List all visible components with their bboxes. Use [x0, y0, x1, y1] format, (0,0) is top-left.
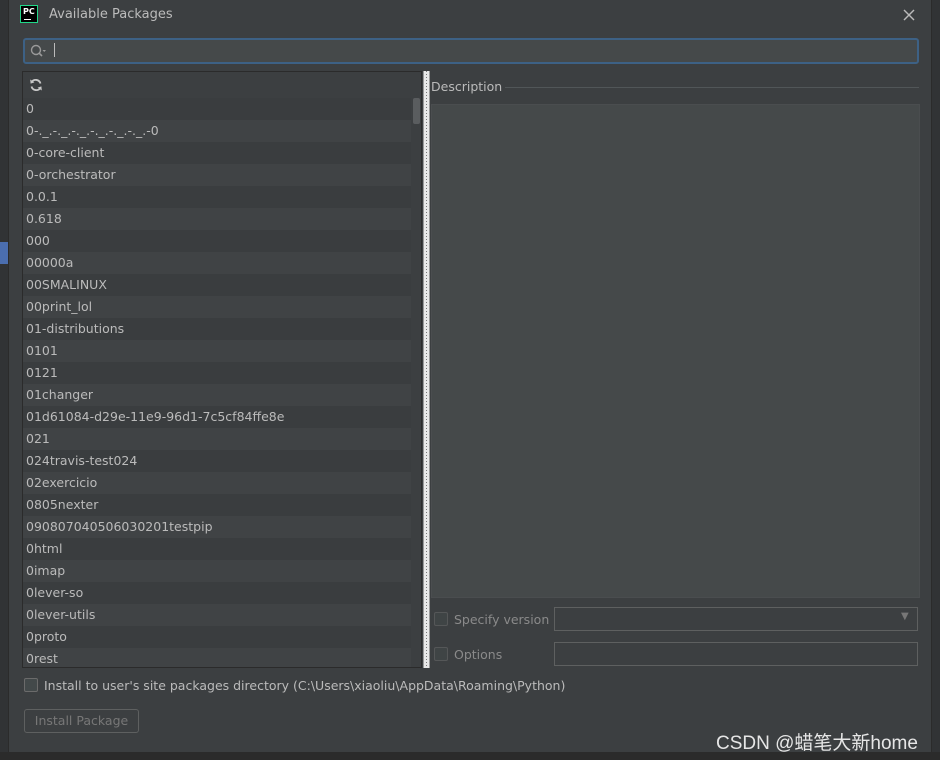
description-label: Description — [431, 79, 503, 94]
package-row[interactable]: 01-distributions — [23, 318, 411, 340]
package-row[interactable]: 0 — [23, 98, 411, 120]
specify-version-checkbox[interactable] — [434, 612, 448, 626]
ide-selected-item — [0, 242, 8, 264]
text-caret — [54, 43, 55, 57]
package-row[interactable]: 0lever-so — [23, 582, 411, 604]
package-list-scrollbar[interactable] — [411, 98, 421, 667]
package-row[interactable]: 0805nexter — [23, 494, 411, 516]
package-row[interactable]: 0-._.-._.-._.-._.-._.-._.-0 — [23, 120, 411, 142]
package-list[interactable]: 0 0-._.-._.-._.-._.-._.-._.-0 0-core-clien… — [23, 98, 411, 667]
package-list-panel: 0 0-._.-._.-._.-._.-._.-._.-0 0-core-clien… — [22, 71, 422, 668]
ide-right-edge — [932, 0, 940, 760]
options-input[interactable] — [554, 642, 918, 666]
options-checkbox[interactable] — [434, 647, 448, 661]
scrollbar-thumb[interactable] — [413, 98, 420, 124]
chevron-down-icon: ▼ — [901, 611, 909, 622]
description-divider — [505, 87, 919, 88]
package-row[interactable]: 00SMALINUX — [23, 274, 411, 296]
package-row[interactable]: 021 — [23, 428, 411, 450]
panel-splitter[interactable] — [423, 71, 430, 668]
ide-left-edge — [0, 0, 8, 760]
package-row[interactable]: 000 — [23, 230, 411, 252]
close-icon — [903, 9, 915, 21]
title-bar: PC Available Packages — [9, 0, 933, 32]
description-area — [431, 104, 920, 598]
package-row[interactable]: 01changer — [23, 384, 411, 406]
available-packages-dialog: PC Available Packages 0 0-._.-._.-._.-._… — [8, 0, 932, 752]
package-row[interactable]: 0121 — [23, 362, 411, 384]
install-site-checkbox[interactable] — [24, 678, 38, 692]
package-row[interactable]: 01d61084-d29e-11e9-96d1-7c5cf84ffe8e — [23, 406, 411, 428]
package-row[interactable]: 0lever-utils — [23, 604, 411, 626]
package-row[interactable]: 00print_lol — [23, 296, 411, 318]
package-row[interactable]: 0.0.1 — [23, 186, 411, 208]
package-row[interactable]: 090807040506030201testpip — [23, 516, 411, 538]
package-row[interactable]: 0101 — [23, 340, 411, 362]
search-field[interactable] — [23, 38, 919, 64]
package-row[interactable]: 0rest — [23, 648, 411, 667]
package-row[interactable]: 02exercicio — [23, 472, 411, 494]
package-row[interactable]: 0html — [23, 538, 411, 560]
package-row[interactable]: 024travis-test024 — [23, 450, 411, 472]
specify-version-label: Specify version — [454, 612, 550, 627]
package-row[interactable]: 0-orchestrator — [23, 164, 411, 186]
search-icon[interactable] — [29, 43, 47, 59]
version-select[interactable]: ▼ — [554, 607, 918, 631]
package-row[interactable]: 0.618 — [23, 208, 411, 230]
close-button[interactable] — [899, 5, 919, 25]
install-site-label[interactable]: Install to user's site packages director… — [44, 678, 565, 693]
pycharm-logo-icon: PC — [20, 5, 38, 23]
install-package-button[interactable]: Install Package — [24, 709, 139, 733]
package-row[interactable]: 0imap — [23, 560, 411, 582]
package-row[interactable]: 0-core-client — [23, 142, 411, 164]
search-input[interactable] — [51, 42, 911, 60]
list-toolbar — [23, 72, 421, 98]
package-row[interactable]: 00000a — [23, 252, 411, 274]
dialog-title: Available Packages — [49, 7, 173, 22]
refresh-icon[interactable] — [28, 77, 44, 93]
csdn-watermark: CSDN @蜡笔大新home — [716, 733, 918, 754]
options-label: Options — [454, 647, 503, 662]
package-row[interactable]: 0proto — [23, 626, 411, 648]
